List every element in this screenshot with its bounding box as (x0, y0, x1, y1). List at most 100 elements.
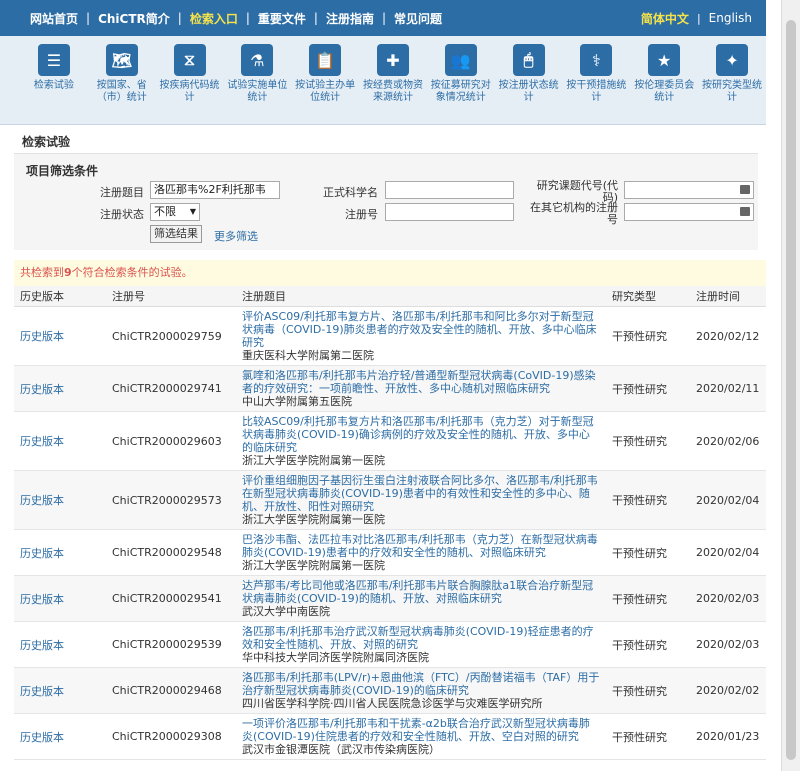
scrollbar-thumb[interactable] (786, 20, 796, 760)
lang-separator: | (696, 11, 701, 25)
history-version-link[interactable]: 历史版本 (20, 330, 64, 343)
stats-link-label[interactable]: 检索试验 (21, 80, 87, 92)
filter-submit-button[interactable]: 筛选结果 (150, 225, 202, 243)
trial-sponsor: 重庆医科大学附属第二医院 (242, 349, 374, 362)
nav-item-search[interactable]: 检索入口 (182, 10, 246, 27)
code-date-input[interactable] (624, 181, 754, 199)
stats-link-10[interactable]: ✦ 按研究类型统计 (698, 36, 766, 124)
stats-link-label[interactable]: 按研究类型统计 (699, 80, 765, 104)
nav-item-documents[interactable]: 重要文件 (250, 10, 314, 27)
history-version-link[interactable]: 历史版本 (20, 435, 64, 448)
medical-kit-icon[interactable]: ✚ (376, 44, 409, 76)
title-cell: 巴洛沙韦酯、法匹拉韦对比洛匹那韦/利托那韦（克力芝）在新型冠状病毒肺炎(COVI… (236, 529, 606, 576)
stats-link-label[interactable]: 按征募研究对象情况统计 (428, 80, 494, 104)
history-cell: 历史版本 (14, 470, 106, 530)
world-map-icon[interactable]: 🗺 (105, 44, 138, 76)
sci-name-input[interactable] (385, 181, 514, 199)
stats-link-label[interactable]: 按疾病代码统计 (157, 80, 223, 104)
reg-title-input[interactable]: 洛匹那韦%2F利托那韦 (150, 181, 280, 199)
reg-status-select[interactable]: 不限 ▼ (150, 203, 200, 221)
history-version-link[interactable]: 历史版本 (20, 731, 64, 744)
trial-title-link[interactable]: 达芦那韦/考比司他或洛匹那韦/利托那韦片联合胸腺肽a1联合治疗新型冠状病毒肺炎(… (242, 579, 600, 605)
list-numbered-icon[interactable]: ☰ (37, 44, 70, 76)
reg-status-value: 不限 (154, 205, 176, 218)
history-version-link[interactable]: 历史版本 (20, 593, 64, 606)
trial-sponsor: 华中科技大学同济医学院附属同济医院 (242, 651, 429, 664)
trial-title-link[interactable]: 评价ASC09/利托那韦复方片、洛匹那韦/利托那韦和阿比多尔对于新型冠状病毒（C… (242, 310, 600, 349)
filter-title: 项目筛选条件 (26, 164, 99, 178)
history-version-link[interactable]: 历史版本 (20, 547, 64, 560)
study-type-cell: 干预性研究 (606, 470, 690, 530)
reg-date-cell: 2020/02/11 (690, 365, 766, 412)
nav-item-faq[interactable]: 常见问题 (386, 10, 450, 27)
trial-title-link[interactable]: 比较ASC09/利托那韦复方片和洛匹那韦/利托那韦（克力芝）对于新型冠状病毒肺炎… (242, 415, 600, 454)
stats-link-label[interactable]: 按国家、省（市）统计 (89, 80, 155, 104)
stats-link-8[interactable]: ⚕ 按干预措施统计 (563, 36, 631, 124)
trial-title-link[interactable]: 一项评价洛匹那韦/利托那韦和干扰素-α2b联合治疗武汉新型冠状病毒肺炎(COVI… (242, 717, 600, 743)
table-row: 历史版本 ChiCTR2000029308 一项评价洛匹那韦/利托那韦和干扰素-α2… (14, 713, 766, 760)
title-cell: 达芦那韦/考比司他或洛匹那韦/利托那韦片联合胸腺肽a1联合治疗新型冠状病毒肺炎(… (236, 575, 606, 622)
trial-title-link[interactable]: 氯喹和洛匹那韦/利托那韦片治疗轻/普通型新型冠状病毒(CoVID-19)感染者的… (242, 369, 600, 395)
top-nav: 网站首页 | ChiCTR简介 | 检索入口 | 重要文件 | 注册指南 | 常… (0, 0, 766, 36)
stats-icon-bar: ☰ 检索试验 🗺 按国家、省（市）统计 ⧖ 按疾病代码统计 ⚗ 试验实施单位统计 📋 按试验主办单… (0, 36, 766, 125)
lang-chinese-link[interactable]: 简体中文 (641, 10, 689, 27)
stats-link-4[interactable]: 📋 按试验主办单位统计 (291, 36, 359, 124)
title-cell: 氯喹和洛匹那韦/利托那韦片治疗轻/普通型新型冠状病毒(CoVID-19)感染者的… (236, 365, 606, 412)
chevron-down-icon: ▼ (189, 207, 196, 216)
calendar-icon[interactable] (740, 207, 750, 216)
title-cell: 评价重组细胞因子基因衍生蛋白注射液联合阿比多尔、洛匹那韦/利托那韦在新型冠状病毒… (236, 470, 606, 530)
reg-date-cell: 2020/02/03 (690, 621, 766, 668)
nav-item-home[interactable]: 网站首页 (22, 10, 86, 27)
col-header-history: 历史版本 (14, 286, 106, 307)
stats-link-9[interactable]: ★ 按伦理委员会统计 (630, 36, 698, 124)
mouse-icon[interactable]: 🖱 (512, 44, 545, 76)
stats-link-1[interactable]: 🗺 按国家、省（市）统计 (88, 36, 156, 124)
trial-title-link[interactable]: 评价重组细胞因子基因衍生蛋白注射液联合阿比多尔、洛匹那韦/利托那韦在新型冠状病毒… (242, 474, 600, 513)
stats-link-5[interactable]: ✚ 按经费或物资来源统计 (359, 36, 427, 124)
reg-no-input[interactable] (385, 203, 514, 221)
stats-link-label[interactable]: 按试验主办单位统计 (292, 80, 358, 104)
reg-no-cell: ChiCTR2000029548 (106, 529, 236, 576)
result-count: 9 (64, 266, 72, 279)
stats-link-label[interactable]: 按干预措施统计 (563, 80, 629, 104)
stats-link-0[interactable]: ☰ 检索试验 (20, 36, 88, 124)
nav-item-about[interactable]: ChiCTR简介 (90, 10, 178, 27)
trial-title-link[interactable]: 洛匹那韦/利托那韦治疗武汉新型冠状病毒肺炎(COVID-19)轻症患者的疗效和安… (242, 625, 600, 651)
stats-link-2[interactable]: ⧖ 按疾病代码统计 (156, 36, 224, 124)
history-version-link[interactable]: 历史版本 (20, 494, 64, 507)
other-reg-date-input[interactable] (624, 203, 754, 221)
trial-sponsor: 浙江大学医学院附属第一医院 (242, 513, 385, 526)
reg-no-cell: ChiCTR2000029573 (106, 470, 236, 530)
stats-link-label[interactable]: 试验实施单位统计 (224, 80, 290, 104)
trial-sponsor: 武汉大学中南医院 (242, 605, 330, 618)
title-cell: 一项评价洛匹那韦/利托那韦和干扰素-α2b联合治疗武汉新型冠状病毒肺炎(COVI… (236, 713, 606, 760)
history-version-link[interactable]: 历史版本 (20, 639, 64, 652)
vertical-scrollbar[interactable] (781, 0, 800, 771)
history-cell: 历史版本 (14, 621, 106, 668)
more-filters-link[interactable]: 更多筛选 (214, 228, 258, 244)
stats-link-7[interactable]: 🖱 按注册状态统计 (495, 36, 563, 124)
history-version-link[interactable]: 历史版本 (20, 383, 64, 396)
trial-sponsor: 四川省医学科学院·四川省人民医院急诊医学与灾难医学研究所 (242, 697, 543, 710)
calendar-icon[interactable] (740, 185, 750, 194)
star-icon[interactable]: ★ (648, 44, 681, 76)
reg-date-cell: 2020/02/02 (690, 667, 766, 714)
stats-link-label[interactable]: 按注册状态统计 (496, 80, 562, 104)
history-version-link[interactable]: 历史版本 (20, 685, 64, 698)
stats-link-label[interactable]: 按伦理委员会统计 (631, 80, 697, 104)
sparkle-icon[interactable]: ✦ (716, 44, 749, 76)
nav-item-guide[interactable]: 注册指南 (318, 10, 382, 27)
clipboard-icon[interactable]: 📋 (309, 44, 342, 76)
stats-link-6[interactable]: 👥 按征募研究对象情况统计 (427, 36, 495, 124)
table-row: 历史版本 ChiCTR2000029541 达芦那韦/考比司他或洛匹那韦/利托那韦片… (14, 575, 766, 622)
stats-link-label[interactable]: 按经费或物资来源统计 (360, 80, 426, 104)
trial-title-link[interactable]: 巴洛沙韦酯、法匹拉韦对比洛匹那韦/利托那韦（克力芝）在新型冠状病毒肺炎(COVI… (242, 533, 600, 559)
flask-icon[interactable]: ⚗ (241, 44, 274, 76)
dna-icon[interactable]: ⧖ (173, 44, 206, 76)
reg-no-cell: ChiCTR2000029308 (106, 713, 236, 760)
people-icon[interactable]: 👥 (444, 44, 477, 76)
lang-english-link[interactable]: English (709, 11, 752, 25)
trial-title-link[interactable]: 洛匹那韦/利托那韦(LPV/r)+恩曲他滨（FTC）/丙酚替诺福韦（TAF）用于… (242, 671, 600, 697)
doctor-icon[interactable]: ⚕ (580, 44, 613, 76)
stats-link-3[interactable]: ⚗ 试验实施单位统计 (223, 36, 291, 124)
